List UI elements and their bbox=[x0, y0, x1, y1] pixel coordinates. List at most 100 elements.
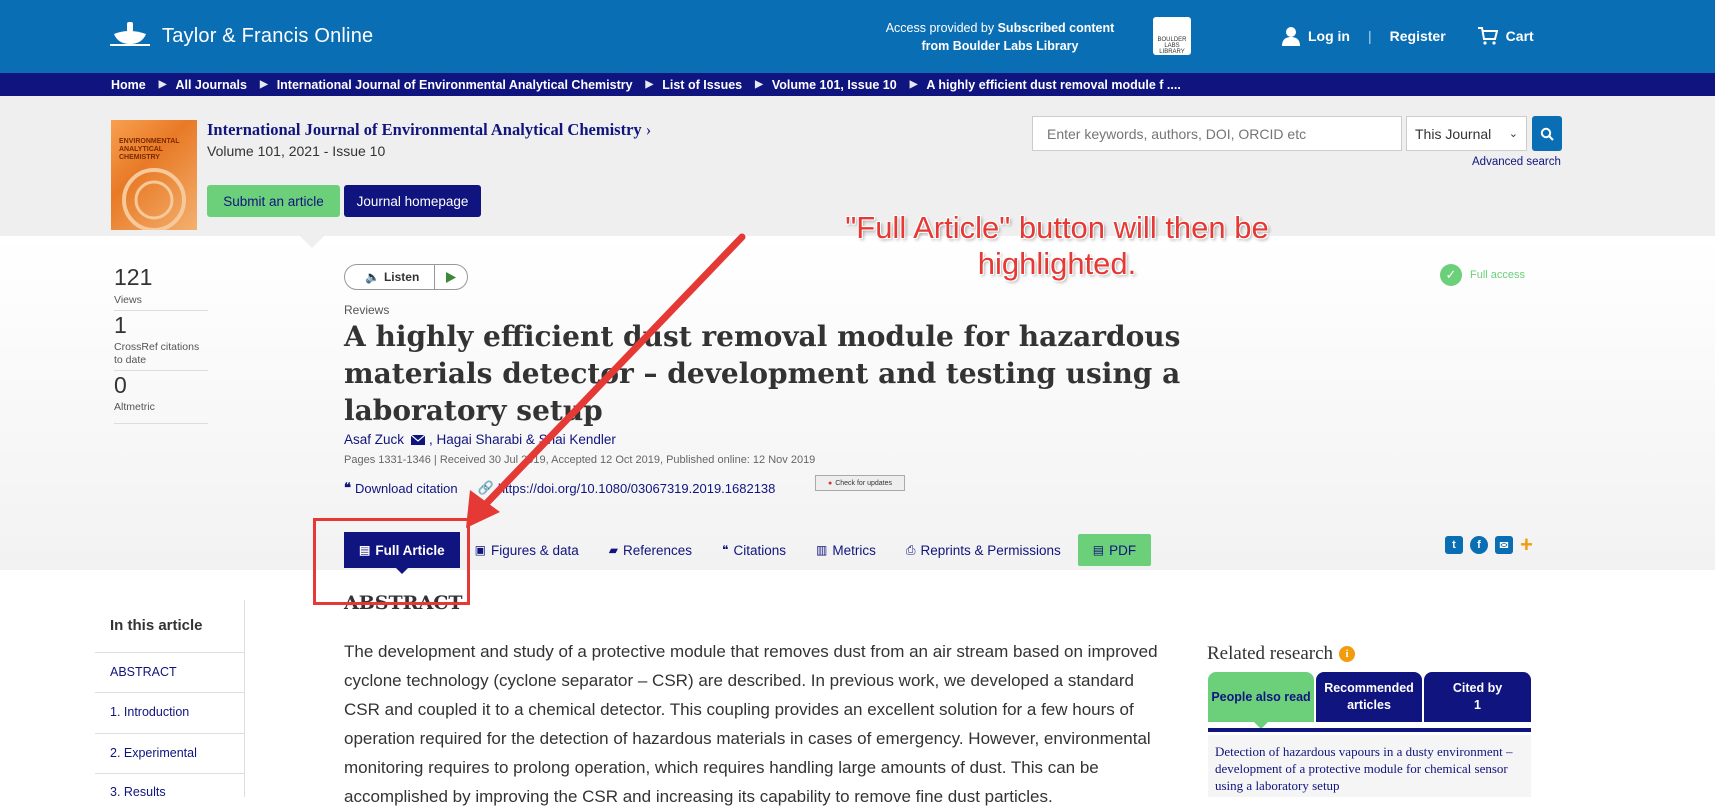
bar-chart-icon: ▥ bbox=[816, 543, 828, 557]
image-icon: ▣ bbox=[474, 543, 486, 557]
search-input[interactable] bbox=[1032, 116, 1402, 151]
author-list: Asaf Zuck , Hagai Sharabi & Shai Kendler bbox=[344, 432, 616, 447]
tab-pdf[interactable]: ▤ PDF bbox=[1077, 534, 1152, 566]
breadcrumb-journal[interactable]: International Journal of Environmental A… bbox=[277, 78, 633, 92]
divider bbox=[95, 733, 245, 734]
related-research-heading: Related research i bbox=[1207, 643, 1356, 665]
access-library: from Boulder Labs Library bbox=[921, 39, 1079, 53]
cart-link[interactable]: Cart bbox=[1477, 27, 1534, 45]
journal-title-link[interactable]: International Journal of Environmental A… bbox=[207, 120, 651, 140]
facebook-icon[interactable]: f bbox=[1470, 536, 1488, 554]
print-icon: ⎙ bbox=[905, 542, 916, 557]
teapot-logo-icon[interactable] bbox=[108, 18, 152, 50]
crossmark-icon: ● bbox=[827, 479, 833, 487]
crossref-count: 1 bbox=[114, 312, 127, 338]
search-scope-select[interactable]: This Journal ⌄ bbox=[1406, 116, 1527, 151]
breadcrumb-list-of-issues[interactable]: List of Issues bbox=[662, 78, 742, 92]
cover-title: ENVIRONMENTAL ANALYTICAL CHEMISTRY bbox=[119, 138, 180, 161]
tab-label: Metrics bbox=[832, 542, 876, 558]
article-title: A highly efficient dust removal module f… bbox=[344, 320, 1181, 427]
user-links: Log in | Register Cart bbox=[1282, 26, 1534, 46]
listen-label: Listen bbox=[383, 270, 420, 284]
download-citation-link[interactable]: Download citation bbox=[355, 481, 458, 496]
plus-share-icon[interactable]: + bbox=[1520, 534, 1533, 556]
tab-metrics[interactable]: ▥ Metrics bbox=[801, 532, 891, 568]
abstract-text: The development and study of a protectiv… bbox=[344, 642, 1158, 806]
divider bbox=[114, 370, 208, 371]
search-scope-value: This Journal bbox=[1415, 125, 1492, 142]
breadcrumb-current-article: A highly efficient dust removal module f… bbox=[926, 77, 1181, 92]
access-prefix: Access provided by bbox=[885, 21, 995, 35]
altmetric-score[interactable]: 0 bbox=[114, 372, 127, 399]
envelope-icon[interactable] bbox=[411, 434, 426, 445]
quote-icon: ❝ bbox=[722, 543, 729, 557]
breadcrumb-separator-icon: ▶ bbox=[645, 79, 654, 90]
tab-recommended-articles[interactable]: Recommended articles bbox=[1316, 672, 1422, 722]
annotation-callout: "Full Article" button will then be highl… bbox=[845, 210, 1269, 281]
breadcrumb-all-journals[interactable]: All Journals bbox=[175, 78, 247, 92]
user-icon bbox=[1282, 27, 1300, 46]
views-label: Views bbox=[114, 294, 142, 306]
twitter-icon[interactable]: t bbox=[1445, 536, 1463, 554]
divider bbox=[114, 423, 208, 424]
toc-item[interactable]: ABSTRACT bbox=[110, 665, 177, 679]
cited-by-count: 1 bbox=[1474, 698, 1481, 712]
access-provided-notice: Access provided by Subscribed content fr… bbox=[855, 19, 1145, 55]
full-access-badge: ✓ Full access bbox=[1440, 264, 1525, 286]
author-links-rest[interactable]: , Hagai Sharabi & Shai Kendler bbox=[429, 432, 616, 447]
doi-link[interactable]: https://doi.org/10.1080/03067319.2019.16… bbox=[498, 481, 776, 496]
site-logo-text[interactable]: Taylor & Francis Online bbox=[162, 25, 373, 48]
cart-icon bbox=[1477, 27, 1498, 45]
altmetric-label: Altmetric bbox=[114, 401, 155, 413]
tab-reprints-permissions[interactable]: ⎙ Reprints & Permissions bbox=[891, 532, 1076, 568]
listen-button[interactable]: 🔈 Listen bbox=[344, 264, 468, 290]
advanced-search-link[interactable]: Advanced search bbox=[1472, 156, 1561, 168]
related-tabs-underline bbox=[1208, 728, 1531, 732]
access-bold: Subscribed content bbox=[997, 21, 1115, 35]
email-icon[interactable]: ✉ bbox=[1495, 536, 1513, 554]
toc-item[interactable]: 2. Experimental bbox=[110, 746, 197, 760]
breadcrumb-separator-icon: ▶ bbox=[909, 79, 918, 90]
tab-figures-data[interactable]: ▣ Figures & data bbox=[460, 532, 594, 568]
share-icons: t f ✉ + bbox=[1445, 534, 1533, 556]
toc-item[interactable]: 1. Introduction bbox=[110, 705, 189, 719]
check-updates-label: Check for updates bbox=[835, 479, 893, 487]
breadcrumb-home[interactable]: Home bbox=[111, 78, 146, 92]
tab-label: Figures & data bbox=[490, 542, 579, 558]
crossref-label: CrossRef citations to date bbox=[114, 341, 200, 366]
search-icon bbox=[1540, 127, 1554, 141]
register-link[interactable]: Register bbox=[1390, 28, 1446, 44]
tab-citations[interactable]: ❝ Citations bbox=[707, 532, 801, 568]
tab-people-also-read[interactable]: People also read bbox=[1208, 672, 1314, 722]
tab-label: References bbox=[622, 542, 693, 558]
info-icon[interactable]: i bbox=[1339, 646, 1356, 662]
check-for-updates-badge[interactable]: ● Check for updates bbox=[815, 475, 905, 491]
link-icon: 🔗 bbox=[477, 480, 494, 495]
divider bbox=[114, 310, 208, 311]
tab-cited-by[interactable]: Cited by 1 bbox=[1424, 672, 1531, 722]
journal-homepage-button[interactable]: Journal homepage bbox=[344, 185, 481, 217]
listen-label-wrap: 🔈 Listen bbox=[345, 265, 435, 289]
search-button[interactable] bbox=[1532, 116, 1562, 151]
views-count: 121 bbox=[114, 264, 153, 290]
play-icon[interactable] bbox=[435, 271, 467, 283]
divider bbox=[95, 773, 245, 774]
divider: | bbox=[1368, 28, 1372, 44]
journal-title: International Journal of Environmental A… bbox=[207, 120, 642, 139]
tab-references[interactable]: ▰ References bbox=[594, 532, 707, 568]
tab-label: Reprints & Permissions bbox=[920, 542, 1061, 558]
author-link[interactable]: Asaf Zuck bbox=[344, 432, 404, 447]
book-icon: ▰ bbox=[608, 543, 618, 557]
cart-label: Cart bbox=[1505, 28, 1534, 44]
breadcrumb: Home ▶ All Journals ▶ International Journa… bbox=[0, 73, 1715, 96]
related-article-link[interactable]: Detection of hazardous vapours in a dust… bbox=[1208, 735, 1531, 797]
submit-article-button[interactable]: Submit an article bbox=[207, 185, 340, 217]
speaker-icon: 🔈 bbox=[365, 270, 380, 284]
pdf-icon: ▤ bbox=[1092, 543, 1105, 557]
library-logo: BOULDER LABS LIBRARY bbox=[1153, 17, 1191, 55]
login-link[interactable]: Log in bbox=[1282, 26, 1350, 46]
toc-title: In this article bbox=[110, 617, 203, 634]
breadcrumb-separator-icon: ▶ bbox=[259, 79, 268, 90]
journal-cover-image[interactable]: ENVIRONMENTAL ANALYTICAL CHEMISTRY bbox=[111, 120, 197, 230]
breadcrumb-issue[interactable]: Volume 101, Issue 10 bbox=[772, 78, 897, 92]
